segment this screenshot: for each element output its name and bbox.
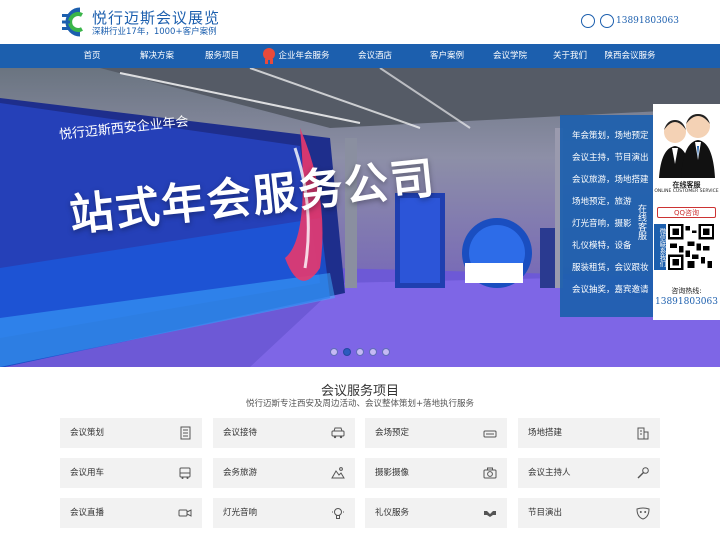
copyright-icon bbox=[581, 14, 595, 28]
services-panel-item[interactable]: 会议抽奖，嘉宾邀请 bbox=[572, 283, 649, 295]
service-card-photography[interactable]: 摄影摄像 bbox=[365, 458, 507, 488]
slider-dot-active[interactable] bbox=[343, 348, 351, 356]
bulb-icon bbox=[332, 508, 344, 519]
service-card-setup[interactable]: 场地搭建 bbox=[518, 418, 660, 448]
hotline-number: 13891803063 bbox=[655, 297, 718, 307]
bus-icon bbox=[179, 467, 191, 479]
mountain-icon bbox=[331, 467, 345, 479]
handshake-icon bbox=[484, 511, 496, 517]
service-card-label: 场地搭建 bbox=[528, 428, 563, 438]
service-card-label: 礼仪服务 bbox=[375, 508, 410, 518]
building-icon bbox=[637, 427, 649, 440]
service-card-label: 灯光音响 bbox=[223, 508, 258, 518]
slider-dot[interactable] bbox=[330, 348, 338, 356]
nav-item-academy[interactable]: 会议学院 bbox=[493, 44, 527, 68]
qr-code-icon bbox=[668, 224, 714, 270]
slider-dot[interactable] bbox=[369, 348, 377, 356]
logo-icon[interactable] bbox=[60, 6, 94, 38]
service-card-label: 会议接待 bbox=[223, 428, 258, 438]
header-phone: 13891803063 bbox=[616, 16, 679, 26]
services-panel-item[interactable]: 会议旅游，场地搭建 bbox=[572, 173, 649, 185]
services-panel-item[interactable]: 灯光音响，摄影 bbox=[572, 217, 632, 229]
services-panel-item[interactable]: 会议主持，节目演出 bbox=[572, 151, 649, 163]
services-panel-item[interactable]: 年会策划，场地预定 bbox=[572, 129, 649, 141]
service-card-label: 摄影摄像 bbox=[375, 468, 410, 478]
nav-item-solutions[interactable]: 解决方案 bbox=[140, 44, 174, 68]
service-card-label: 会议主持人 bbox=[528, 468, 571, 478]
service-card-label: 会场预定 bbox=[375, 428, 410, 438]
slider-dot[interactable] bbox=[356, 348, 364, 356]
nav-item-about[interactable]: 关于我们 bbox=[553, 44, 587, 68]
service-card-performance[interactable]: 节目演出 bbox=[518, 498, 660, 528]
service-card-host[interactable]: 会议主持人 bbox=[518, 458, 660, 488]
header: 悦行迈斯会议展览 深耕行业17年，1000+客户案例 13891803063 bbox=[0, 0, 720, 44]
main-nav: 首页 解决方案 服务项目 企业年会服务 会议酒店 客户案例 会议学院 关于我们 … bbox=[0, 44, 720, 68]
online-service-tab[interactable]: 在线客服 bbox=[632, 204, 646, 240]
service-card-label: 会议策划 bbox=[70, 428, 105, 438]
nav-item-home[interactable]: 首页 bbox=[83, 44, 100, 68]
service-card-etiquette[interactable]: 礼仪服务 bbox=[365, 498, 507, 528]
service-card-reception[interactable]: 会议接待 bbox=[213, 418, 355, 448]
service-card-lighting[interactable]: 灯光音响 bbox=[213, 498, 355, 528]
document-icon bbox=[180, 426, 191, 440]
service-card-venue-booking[interactable]: 会场预定 bbox=[365, 418, 507, 448]
video-icon bbox=[178, 509, 192, 517]
hotline-label: 咨询热线: bbox=[671, 287, 702, 295]
nav-item-cases[interactable]: 客户案例 bbox=[430, 44, 464, 68]
phone-icon bbox=[600, 14, 614, 28]
service-card-live-stream[interactable]: 会议直播 bbox=[60, 498, 202, 528]
qq-consult-button[interactable]: QQ咨询 bbox=[657, 207, 716, 218]
cs-subtitle: ONLINE CUSTOMER SERVICE bbox=[654, 189, 719, 194]
camera-icon bbox=[483, 467, 497, 479]
services-panel-item[interactable]: 服装租赁，会议跟妆 bbox=[572, 261, 649, 273]
nav-item-services[interactable]: 服务项目 bbox=[205, 44, 239, 68]
service-card-tourism[interactable]: 会务旅游 bbox=[213, 458, 355, 488]
brand-slogan: 深耕行业17年，1000+客户案例 bbox=[92, 27, 217, 37]
slider-dot[interactable] bbox=[382, 348, 390, 356]
hot-badge-icon bbox=[263, 48, 275, 64]
service-card-label: 会务旅游 bbox=[223, 468, 258, 478]
section-subtitle: 悦行迈斯专注西安及周边活动、会议整体策划+落地执行服务 bbox=[245, 399, 475, 409]
car-icon bbox=[331, 427, 345, 439]
nav-item-annual-party[interactable]: 企业年会服务 bbox=[278, 44, 329, 68]
nav-item-hotels[interactable]: 会议酒店 bbox=[358, 44, 392, 68]
services-panel-item[interactable]: 礼仪模特，设备 bbox=[572, 239, 632, 251]
microphone-icon bbox=[637, 467, 649, 479]
agents-icon bbox=[659, 114, 715, 178]
services-panel-item[interactable]: 场地预定，旅游 bbox=[572, 195, 632, 207]
service-card-planning[interactable]: 会议策划 bbox=[60, 418, 202, 448]
qr-side-label: 微信联系我们 bbox=[654, 224, 666, 270]
service-card-label: 会议直播 bbox=[70, 508, 105, 518]
nav-item-shaanxi[interactable]: 陕西会议服务 bbox=[604, 44, 655, 68]
sofa-icon bbox=[483, 430, 497, 438]
service-card-label: 节目演出 bbox=[528, 508, 563, 518]
mask-icon bbox=[636, 507, 650, 520]
service-card-vehicles[interactable]: 会议用车 bbox=[60, 458, 202, 488]
service-card-label: 会议用车 bbox=[70, 468, 105, 478]
